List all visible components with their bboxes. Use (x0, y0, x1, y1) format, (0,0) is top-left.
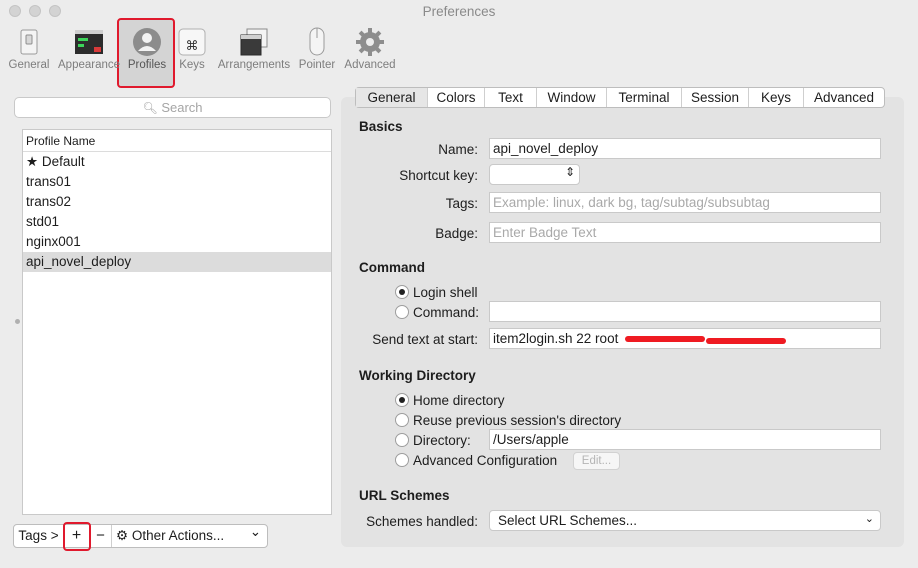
shortcut-key-label: Shortcut key: (399, 168, 478, 183)
svg-text:⌘: ⌘ (186, 39, 199, 54)
tags-label: Tags: (445, 196, 478, 211)
mouse-icon (309, 27, 325, 56)
name-label: Name: (438, 142, 478, 157)
directory-radio[interactable] (395, 433, 409, 447)
working-directory-heading: Working Directory (359, 368, 476, 383)
toolbar-general[interactable]: General (4, 24, 54, 76)
shortcut-key-select[interactable]: ⇕ (489, 164, 580, 185)
reuse-directory-radio[interactable] (395, 413, 409, 427)
schemes-handled-label: Schemes handled: (366, 514, 478, 529)
command-key-icon: ⌘ (178, 28, 206, 56)
command-field[interactable] (489, 301, 881, 322)
chevron-down-icon: ⌄ (864, 512, 874, 525)
reuse-directory-label: Reuse previous session's directory (413, 413, 622, 428)
arrangements-windows-icon (240, 28, 268, 56)
send-text-label: Send text at start: (372, 332, 478, 347)
tab-advanced[interactable]: Advanced (804, 88, 884, 107)
tab-colors[interactable]: Colors (428, 88, 485, 107)
tab-session[interactable]: Session (682, 88, 749, 107)
profile-actions-bar: Tags > + − ⚙ Other Actions... ⌄ (13, 524, 268, 548)
url-schemes-select[interactable]: Select URL Schemes... ⌄ (489, 510, 881, 531)
badge-label: Badge: (435, 226, 478, 241)
appearance-terminal-icon (75, 30, 103, 54)
toolbar-pointer-label: Pointer (298, 59, 336, 71)
profile-list[interactable]: Profile Name ★ Default trans01 trans02 s… (22, 129, 332, 515)
send-text-value: item2login.sh 22 root (493, 331, 619, 346)
other-actions-label: Other Actions... (131, 528, 225, 543)
toolbar-profiles[interactable]: Profiles (120, 24, 174, 76)
tab-window[interactable]: Window (537, 88, 607, 107)
tags-toggle-button[interactable]: Tags > (14, 525, 64, 547)
profile-settings-panel (341, 97, 904, 547)
toolbar-advanced-label: Advanced (344, 59, 396, 71)
chevron-down-icon: ⌄ (249, 524, 261, 540)
split-view-handle[interactable] (15, 319, 20, 324)
advanced-config-radio[interactable] (395, 453, 409, 467)
search-placeholder: 🔍︎ Search (15, 100, 330, 115)
toolbar-keys-label: Keys (179, 59, 205, 71)
login-shell-radio[interactable] (395, 285, 409, 299)
tab-keys[interactable]: Keys (749, 88, 804, 107)
command-heading: Command (359, 260, 426, 275)
remove-profile-button[interactable]: − (90, 525, 112, 547)
toolbar-arrangements-label: Arrangements (217, 59, 291, 71)
directory-field[interactable]: /Users/apple (489, 429, 881, 450)
other-actions-button[interactable]: ⚙ Other Actions... ⌄ (112, 524, 267, 547)
tab-text[interactable]: Text (485, 88, 537, 107)
settings-tabs: General Colors Text Window Terminal Sess… (355, 87, 885, 108)
tab-general[interactable]: General (356, 88, 428, 107)
tab-terminal[interactable]: Terminal (607, 88, 682, 107)
toolbar-general-label: General (8, 59, 50, 71)
name-field[interactable]: api_novel_deploy (489, 138, 881, 159)
badge-field[interactable]: Enter Badge Text (489, 222, 881, 243)
command-label: Command: (413, 305, 480, 320)
home-directory-label: Home directory (413, 393, 505, 408)
toolbar-pointer[interactable]: Pointer (296, 24, 338, 76)
toolbar-advanced[interactable]: Advanced (342, 24, 398, 76)
edit-button[interactable]: Edit... (573, 452, 620, 470)
advanced-config-label: Advanced Configuration (413, 453, 558, 468)
search-icon: 🔍︎ (142, 101, 158, 115)
toolbar-appearance[interactable]: Appearance (58, 24, 120, 76)
directory-label: Directory: (413, 433, 471, 448)
window-title: Preferences (422, 4, 496, 19)
home-directory-radio[interactable] (395, 393, 409, 407)
gear-icon (356, 28, 384, 56)
toolbar-keys[interactable]: ⌘ Keys (176, 24, 208, 76)
command-radio[interactable] (395, 305, 409, 319)
updown-chevron-icon: ⇕ (564, 165, 575, 179)
redaction-mark (625, 336, 705, 342)
general-switch-icon (20, 29, 38, 55)
profile-search-input[interactable]: 🔍︎ Search (14, 97, 331, 118)
toolbar-appearance-label: Appearance (58, 59, 121, 71)
add-button-highlight (63, 522, 91, 551)
basics-heading: Basics (359, 119, 403, 134)
tags-field[interactable]: Example: linux, dark bg, tag/subtag/subs… (489, 192, 881, 213)
toolbar-profiles-label: Profiles (127, 59, 167, 71)
login-shell-label: Login shell (413, 285, 478, 300)
profile-row-api-novel-deploy[interactable]: api_novel_deploy (23, 252, 331, 272)
toolbar-arrangements[interactable]: Arrangements (216, 24, 292, 76)
url-schemes-value: Select URL Schemes... (498, 513, 638, 528)
redaction-mark (706, 338, 786, 344)
gear-icon: ⚙ (116, 528, 129, 544)
profile-person-icon (133, 28, 161, 56)
url-schemes-heading: URL Schemes (359, 488, 450, 503)
search-placeholder-text: Search (161, 100, 203, 115)
